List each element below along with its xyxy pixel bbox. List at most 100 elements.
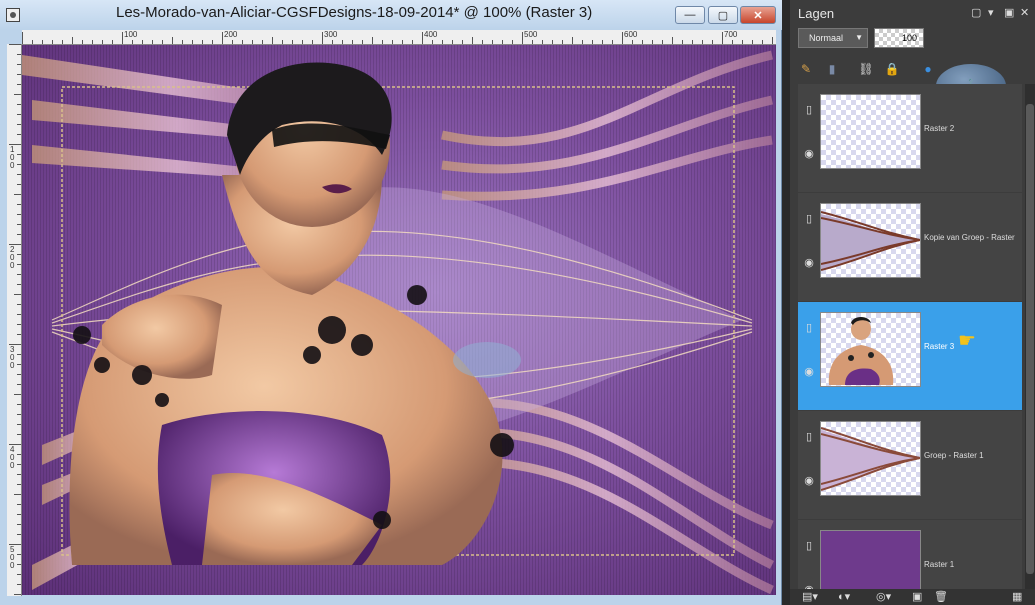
scrollbar-thumb[interactable] <box>1026 104 1034 574</box>
ruler-tick <box>712 40 713 44</box>
ruler-tick <box>17 424 21 425</box>
ruler-tick <box>502 40 503 44</box>
new-layer-icon[interactable]: ▤▾ <box>802 590 818 603</box>
ruler-tick <box>222 32 223 44</box>
ruler-tick <box>772 37 773 44</box>
mask-layer-icon[interactable]: ◎▾ <box>876 590 891 603</box>
ruler-tick <box>522 32 523 44</box>
ruler-tick <box>17 354 21 355</box>
document-title: Les-Morado-van-Aliciar-CGSFDesigns-18-09… <box>116 4 593 21</box>
ruler-tick <box>17 404 21 405</box>
ruler-tick <box>14 494 21 495</box>
layer-name: Kopie van Groep - Raster <box>924 233 1015 242</box>
ruler-tick <box>17 64 21 65</box>
layer-row-raster-2[interactable]: ▯ ◉ Raster 2 <box>798 84 1022 192</box>
ruler-tick <box>302 40 303 44</box>
ruler-tick <box>17 104 21 105</box>
ruler-tick <box>432 40 433 44</box>
ruler-tick <box>17 564 21 565</box>
brush-edit-icon[interactable]: ✎ <box>798 61 814 77</box>
eye-icon[interactable]: ◉ <box>802 255 816 269</box>
watermark-logo <box>453 342 521 378</box>
ruler-tick <box>17 154 21 155</box>
ruler-tick <box>42 40 43 44</box>
layer-visibility-icon[interactable]: ▯ <box>802 538 816 552</box>
layer-row-raster-1[interactable]: ▯ ◉ Raster 1 <box>798 520 1022 589</box>
delete-layer-icon[interactable]: 🗑 <box>934 590 948 603</box>
ruler-tick <box>17 364 21 365</box>
ruler-tick <box>582 40 583 44</box>
ruler-tick <box>14 94 21 95</box>
maximize-button[interactable]: ▢ <box>708 6 738 24</box>
ruler-tick <box>17 204 21 205</box>
ruler-tick <box>17 214 21 215</box>
ruler-label: 600 <box>624 30 638 39</box>
layer-row-kopie-groep-raster[interactable]: ▯ ◉ Kopie van Groep - Raster <box>798 193 1022 301</box>
ruler-tick <box>52 40 53 44</box>
eye-icon[interactable]: ◉ <box>802 473 816 487</box>
close-button[interactable]: ✕ <box>740 6 776 24</box>
ruler-tick <box>17 434 21 435</box>
eye-icon[interactable]: ◉ <box>802 582 816 590</box>
panel-close-icon[interactable]: ✕ <box>1020 6 1029 19</box>
ruler-tick <box>17 414 21 415</box>
ruler-tick <box>17 534 21 535</box>
ruler-tick <box>252 40 253 44</box>
lock-icon[interactable]: 🔒 <box>884 61 900 77</box>
adjustment-layer-icon[interactable]: ◐▾ <box>838 590 850 603</box>
ruler-tick <box>17 454 21 455</box>
blend-mode-value: Normaal <box>809 33 844 43</box>
ruler-tick <box>562 40 563 44</box>
layer-visibility-icon[interactable]: ▯ <box>802 102 816 116</box>
link-icon[interactable]: ⛓ <box>858 61 874 77</box>
ruler-tick <box>17 134 21 135</box>
panel-pin-icon[interactable]: ▣ <box>1004 6 1014 19</box>
layer-list-scrollbar[interactable] <box>1025 84 1035 589</box>
layer-name: Groep - Raster 1 <box>924 451 984 460</box>
ruler-tick <box>17 114 21 115</box>
mask-icon[interactable]: ▮ <box>824 61 840 77</box>
ruler-tick <box>32 40 33 44</box>
image-canvas[interactable] <box>22 45 776 595</box>
ruler-tick <box>752 40 753 44</box>
ruler-label: 300 <box>324 30 338 39</box>
opacity-field[interactable]: 100 <box>874 28 924 48</box>
layer-row-raster-3[interactable]: ▯ ◉ Raster 3 ☛ <box>798 302 1022 410</box>
ruler-tick <box>17 84 21 85</box>
ruler-tick <box>292 40 293 44</box>
ruler-tick <box>202 40 203 44</box>
layer-thumbnail <box>820 203 921 278</box>
ruler-tick <box>652 40 653 44</box>
ruler-tick <box>17 224 21 225</box>
layer-thumbnail <box>820 312 921 387</box>
minimize-button[interactable]: — <box>675 6 705 24</box>
layer-name: Raster 2 <box>924 124 955 133</box>
layer-visibility-icon[interactable]: ▯ <box>802 211 816 225</box>
ruler-tick <box>422 32 423 44</box>
ruler-tick <box>412 40 413 44</box>
ruler-tick <box>17 54 21 55</box>
layer-row-groep-raster-1[interactable]: ▯ ◉ Groep - Raster 1 <box>798 411 1022 519</box>
ruler-tick <box>17 284 21 285</box>
layer-visibility-icon[interactable]: ▯ <box>802 320 816 334</box>
app-icon[interactable] <box>6 8 20 22</box>
panel-options-icon[interactable]: ▦ <box>1012 590 1022 603</box>
panel-menu-icon[interactable]: ▾ <box>988 6 994 19</box>
panel-restore-icon[interactable]: ▢ <box>971 6 981 19</box>
ruler-tick <box>262 40 263 44</box>
layer-visibility-icon[interactable]: ▯ <box>802 429 816 443</box>
ruler-tick <box>14 394 21 395</box>
ruler-tick <box>17 574 21 575</box>
title-bar[interactable]: Les-Morado-van-Aliciar-CGSFDesigns-18-09… <box>0 0 782 30</box>
blend-mode-dropdown[interactable]: Normaal ▼ <box>798 28 868 48</box>
chevron-down-icon: ▼ <box>855 33 863 42</box>
eye-icon[interactable]: ◉ <box>802 364 816 378</box>
ruler-label: 100 <box>124 30 138 39</box>
eye-icon[interactable]: ◉ <box>802 146 816 160</box>
ruler-label: 700 <box>724 30 738 39</box>
duplicate-layer-icon[interactable]: ▣ <box>912 590 922 603</box>
ruler-tick <box>332 40 333 44</box>
effects-icon[interactable]: ● <box>920 61 936 77</box>
layer-list: ▯ ◉ Raster 2 ▯ ◉ Kopie van Groep - Raste… <box>798 84 1022 589</box>
ruler-tick <box>17 164 21 165</box>
